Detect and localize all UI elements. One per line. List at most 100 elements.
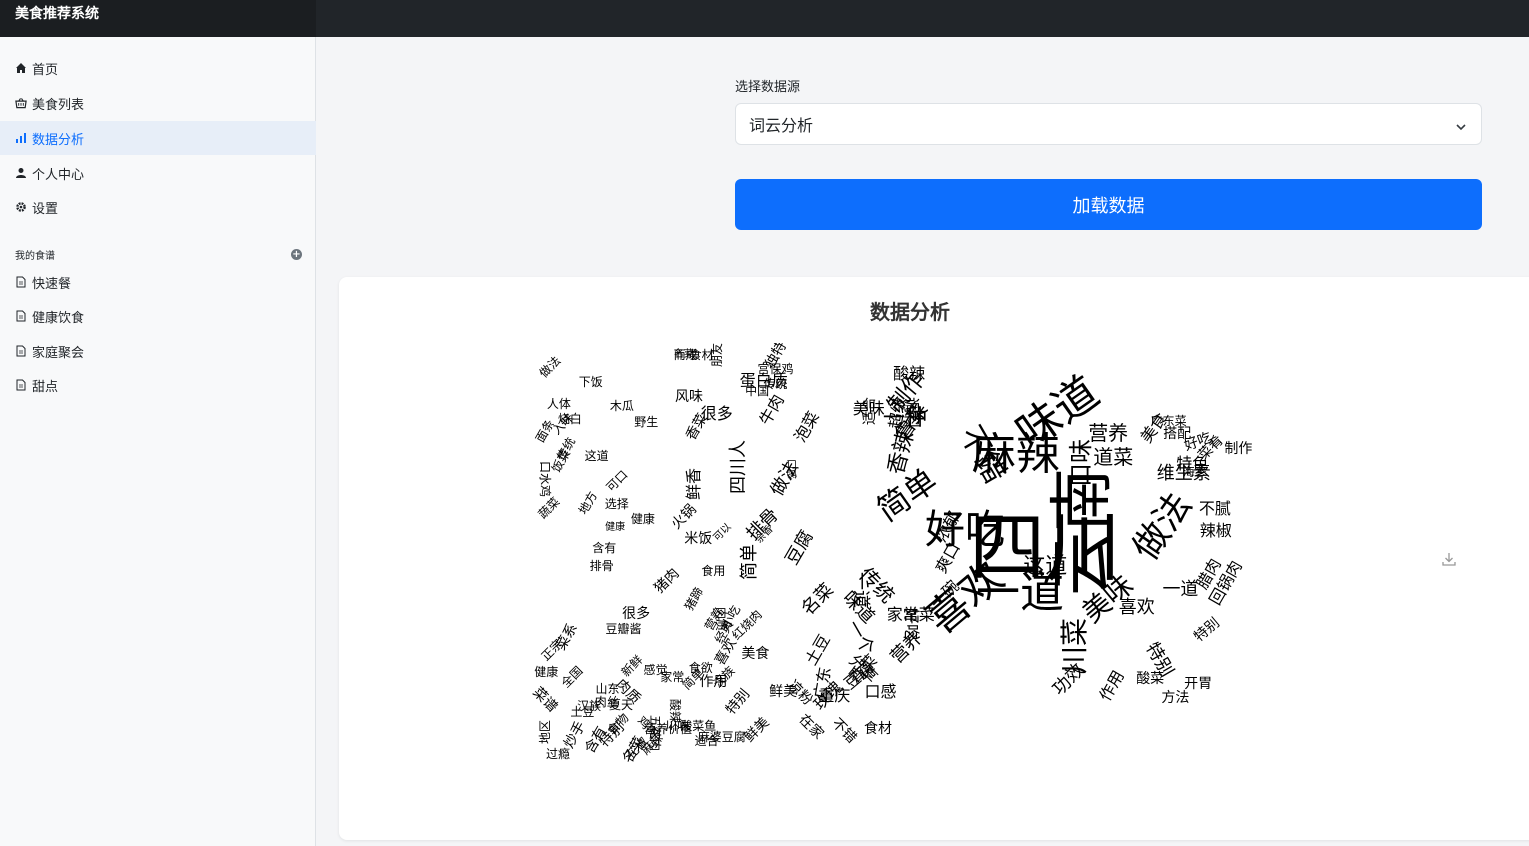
word-cloud-word: 酸菜 [1136, 671, 1165, 687]
download-icon[interactable] [1441, 551, 1457, 571]
word-cloud-word: 这道 [1023, 554, 1068, 579]
word-cloud-word: 豆瓣酱 [605, 622, 642, 636]
brand-title[interactable]: 美食推荐系统 [0, 0, 316, 37]
recipe-item-fast-food[interactable]: 快速餐 [0, 265, 316, 299]
word-cloud-word: 开胃 [1184, 676, 1213, 692]
word-cloud-word: 简单 [739, 544, 761, 580]
basket-icon [15, 97, 27, 109]
nav-data-analysis[interactable]: 数据分析 [0, 121, 316, 155]
word-cloud-word: 健康 [534, 665, 559, 679]
word-cloud-word: 特别 [722, 686, 753, 718]
data-source-select[interactable]: 词云分析 [735, 103, 1482, 145]
word-cloud-word: 很多 [622, 606, 651, 622]
bar-chart-icon [15, 132, 27, 144]
word-cloud-word: 可以 [711, 521, 734, 544]
word-cloud-word: 健康 [630, 512, 655, 526]
add-recipe-icon[interactable]: + [291, 248, 302, 260]
word-cloud-word: 香菜 [682, 410, 711, 444]
word-cloud-word: 饭菜 [548, 447, 573, 475]
recipe-item-family-party[interactable]: 家庭聚会 [0, 334, 316, 368]
word-cloud-word: 功效 [1048, 659, 1089, 700]
recipe-item-dessert[interactable]: 甜点 [0, 368, 316, 402]
word-cloud-word: 这道 [584, 449, 609, 463]
nav-settings-label: 设置 [32, 201, 59, 217]
word-cloud-word: 风味 [675, 389, 704, 405]
word-cloud-word: 排骨 [589, 559, 614, 573]
word-cloud-word: 土豆 [801, 631, 835, 669]
nav-settings[interactable]: 设置 [0, 190, 316, 224]
recipe-item-label: 甜点 [32, 379, 59, 395]
word-cloud-word: 营养 [1088, 421, 1129, 445]
data-source-label: 选择数据源 [735, 80, 801, 95]
recipe-item-label: 快速餐 [32, 276, 72, 292]
word-cloud-word: 猪肉 [651, 565, 683, 597]
word-cloud-word: 酸辣 [893, 364, 926, 383]
word-cloud-word: 名菜 [674, 349, 694, 360]
load-data-button[interactable]: 加载数据 [735, 179, 1482, 230]
word-cloud-word: 不错 [828, 715, 860, 747]
nav-home-label: 首页 [32, 62, 59, 78]
recipe-item-label: 家庭聚会 [32, 345, 85, 361]
document-icon [15, 310, 27, 322]
person-icon [15, 167, 27, 179]
analysis-card: 数据分析 四川 云南 麻辣 味道 好吃 一道 喜欢 做法 简单 不錯 美味 川菜 口味 香辣 制作 一种 道菜营… [339, 277, 1529, 840]
word-cloud-word: 美食 [741, 646, 770, 662]
nav-profile-label: 个人中心 [32, 167, 85, 183]
word-cloud-word: 蔬菜 [535, 494, 563, 522]
word-cloud-word: 口感 [864, 682, 897, 701]
word-cloud-word: 食用 [701, 564, 726, 578]
nav-data-analysis-label: 数据分析 [32, 132, 85, 148]
word-cloud-word: 面条 [532, 417, 558, 445]
word-cloud-word: 泡菜 [789, 408, 823, 446]
word-cloud-word: 四川人 [728, 440, 750, 494]
word-cloud-word: 食材 [864, 721, 893, 737]
sidebar: 首页 美食列表 数据分析 个人中心 设置 我的食谱 + 快速餐 健康饮食 家庭聚… [0, 37, 316, 846]
word-cloud-word: 野生 [634, 415, 659, 429]
word-cloud-word: 口味 [1067, 439, 1096, 487]
word-cloud-word: 健康 [605, 522, 626, 533]
word-cloud-word: 名菜 [797, 579, 839, 620]
word-cloud-word: 适合 [861, 397, 878, 425]
document-icon [15, 345, 27, 357]
word-cloud-word: 含有 [592, 541, 617, 555]
word-cloud-word: 木瓜 [609, 399, 634, 413]
word-cloud-word: 宫保鸡 [757, 362, 794, 376]
nav-food-list-label: 美食列表 [32, 97, 85, 113]
top-navbar: 美食推荐系统 [0, 0, 1529, 37]
word-cloud-word: 人体 [546, 397, 571, 411]
word-cloud-word: 不腻 [1198, 499, 1231, 518]
word-cloud-word: 选择 [604, 497, 629, 511]
word-cloud-word: 米饭 [684, 531, 713, 547]
document-icon [15, 379, 27, 391]
word-cloud-word: 地区 [538, 719, 553, 745]
word-cloud-word: 正宗 [538, 636, 566, 664]
word-cloud-word: 猪蹄 [682, 585, 707, 613]
nav-home[interactable]: 首页 [0, 51, 316, 85]
word-cloud-word: 在家 [795, 711, 827, 743]
word-cloud-word: 中国 [745, 384, 770, 398]
word-cloud-word: 做法 [536, 353, 564, 381]
word-cloud: 四川 云南 麻辣 味道 好吃 一道 喜欢 做法 简单 不錯 美味 川菜 口味 香辣 制作 一种 道菜 营养 这道 鲁菜… [525, 343, 1305, 771]
gear-icon [15, 201, 27, 213]
card-title: 数据分析 [870, 300, 950, 324]
word-cloud-word: 肉丝 [594, 695, 619, 709]
word-cloud-word: 过瘾 [546, 747, 571, 761]
recipe-item-healthy[interactable]: 健康饮食 [0, 299, 316, 333]
word-cloud-word: 鲜美 [741, 714, 773, 746]
word-cloud-word: 豆腐 [781, 526, 818, 569]
word-cloud-word: 地方 [576, 489, 601, 517]
nav-food-list[interactable]: 美食列表 [0, 86, 316, 120]
word-cloud-word: 海参 [1182, 465, 1207, 479]
nav-profile[interactable]: 个人中心 [0, 156, 316, 190]
word-cloud-word: 作用 [1095, 667, 1129, 705]
word-cloud-word: 下饭 [578, 375, 603, 389]
word-cloud-word: 全国 [558, 663, 586, 691]
word-cloud-word: 可口 [603, 467, 631, 495]
recipe-item-label: 健康饮食 [32, 310, 85, 326]
word-cloud-word: 酸菜鱼 [680, 719, 717, 733]
word-cloud-word: 搭配 [1163, 426, 1192, 442]
word-cloud-word: 口感 [784, 459, 796, 479]
data-source-value: 词云分析 [749, 116, 814, 135]
word-cloud-word: 喜欢 [1118, 597, 1155, 618]
recipes-section-title: 我的食谱 [15, 250, 55, 262]
